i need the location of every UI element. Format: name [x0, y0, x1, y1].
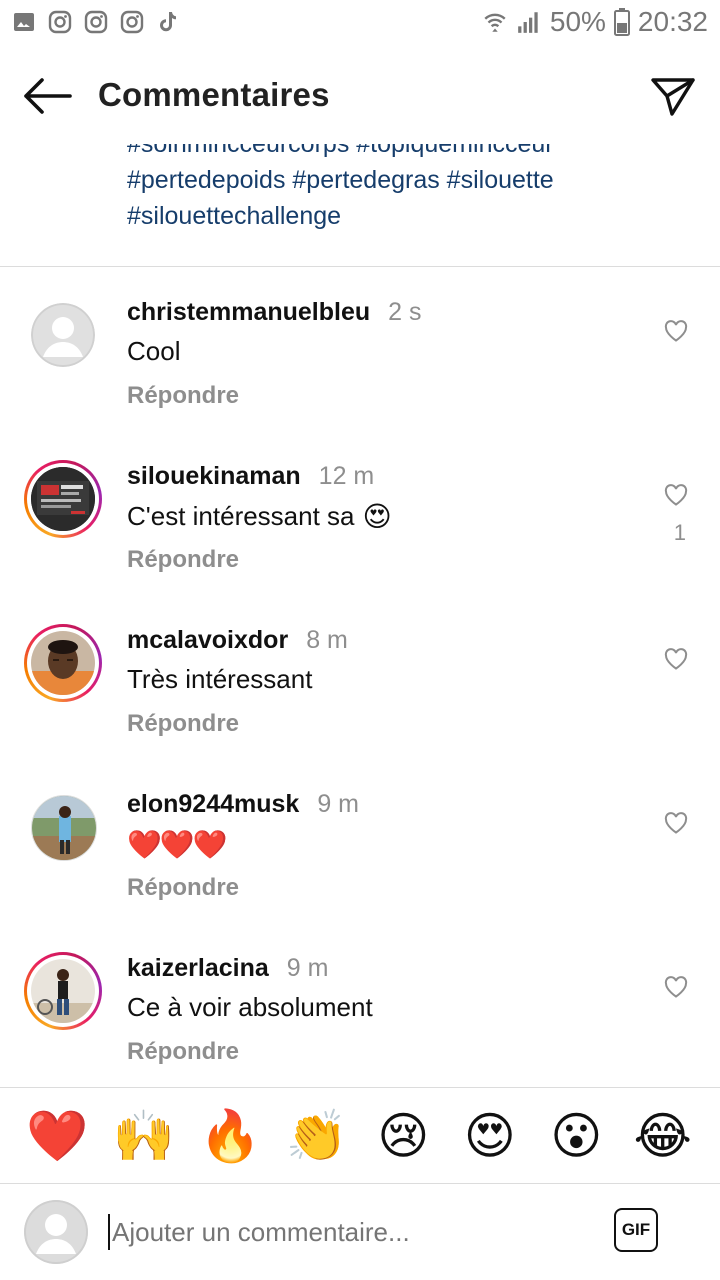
page-title: Commentaires: [98, 76, 330, 113]
avatar-image: [32, 796, 96, 860]
comment-time: 9 m: [286, 954, 329, 982]
caption-area: #soinmincceurcorps #topiquemincceur #per…: [0, 144, 720, 266]
heart-icon[interactable]: [664, 812, 688, 834]
default-avatar-icon: [24, 1200, 88, 1264]
avatar[interactable]: [24, 788, 102, 866]
crying-emoji-button[interactable]: 😢: [374, 1107, 432, 1165]
battery-percent: 50%: [549, 6, 606, 37]
comment-text: Très intéressant: [127, 664, 312, 695]
hearts-emoji: ❤️❤️❤️: [127, 829, 228, 860]
wifi-icon: [484, 13, 506, 32]
system-indicators: 50% 20:32: [482, 6, 708, 38]
heart-icon[interactable]: [664, 320, 688, 342]
username[interactable]: elon9244musk: [127, 790, 299, 818]
heart-emoji-button[interactable]: ❤️: [26, 1107, 88, 1165]
caption-line[interactable]: #soinmincceurcorps #topiquemincceur: [127, 144, 687, 162]
caption-line[interactable]: #pertedepoids #pertedegras #silouette: [127, 162, 687, 198]
reply-button[interactable]: Répondre: [127, 710, 239, 738]
comment-username[interactable]: elon9244musk 9 m: [127, 790, 359, 819]
comment-username[interactable]: silouekinaman 12 m: [127, 462, 374, 491]
reply-button[interactable]: Répondre: [127, 546, 239, 574]
avatar-image: [31, 959, 95, 1023]
comment-composer: GIF: [0, 1184, 720, 1280]
reply-button[interactable]: Répondre: [127, 1038, 239, 1066]
surprised-emoji-button[interactable]: 😮: [547, 1107, 605, 1165]
divider: [0, 266, 720, 267]
instagram-icon: [48, 10, 72, 34]
comment-item: elon9244musk 9 m ❤️❤️❤️ Répondre: [0, 762, 720, 926]
fire-emoji-button[interactable]: 🔥: [199, 1107, 261, 1165]
caption-line[interactable]: #silouettechallenge: [127, 198, 687, 234]
instagram-icon: [84, 10, 108, 34]
heart-eyes-emoji-button[interactable]: 😍: [461, 1107, 519, 1165]
avatar[interactable]: [24, 624, 102, 702]
reply-button[interactable]: Répondre: [127, 874, 239, 902]
instagram-icon: [120, 10, 144, 34]
avatar-image: [31, 631, 95, 695]
battery-icon: [613, 8, 630, 36]
comment-body: Très intéressant: [127, 664, 313, 694]
gif-button[interactable]: GIF: [614, 1208, 658, 1252]
username[interactable]: silouekinaman: [127, 462, 301, 490]
comment-item: mcalavoixdor 8 m Très intéressant Répondr…: [0, 598, 720, 762]
quick-emoji-bar: ❤️ 🙌 🔥 👏 😢 😍 😮 😂: [0, 1088, 720, 1184]
clock: 20:32: [637, 6, 708, 37]
raised-hands-emoji-button[interactable]: 🙌: [113, 1107, 175, 1165]
comment-username[interactable]: kaizerlacina 9 m: [127, 954, 328, 983]
laughing-emoji-button[interactable]: 😂: [634, 1107, 692, 1165]
text-cursor: [108, 1214, 110, 1250]
user-avatar: [24, 1200, 88, 1264]
comment-text: Ce à voir absolument: [127, 992, 373, 1023]
gallery-icon: [14, 13, 34, 31]
comment-text: ❤️❤️❤️: [127, 828, 228, 861]
comment-time: 9 m: [317, 790, 360, 818]
comment-item: silouekinaman 12 m C'est intéressant sa 😍 …: [0, 434, 720, 598]
comment-body: Cool: [127, 336, 181, 366]
username[interactable]: kaizerlacina: [127, 954, 269, 982]
comment-text: Cool: [127, 336, 180, 367]
default-avatar-icon: [31, 303, 95, 367]
heart-icon[interactable]: [664, 648, 688, 670]
status-bar: 50% 20:32: [0, 0, 720, 48]
avatar[interactable]: [24, 460, 102, 538]
reply-button[interactable]: Répondre: [127, 382, 239, 410]
comment-text: C'est intéressant sa 😍: [127, 500, 392, 533]
username[interactable]: mcalavoixdor: [127, 626, 288, 654]
app-header: Commentaires: [0, 48, 720, 144]
clap-emoji-button[interactable]: 👏: [286, 1107, 348, 1165]
notification-icons: [12, 10, 180, 34]
tiktok-icon: [160, 12, 176, 32]
comment-item: kaizerlacina 9 m Ce à voir absolument Rép…: [0, 926, 720, 1090]
comment-username[interactable]: mcalavoixdor 8 m: [127, 626, 348, 655]
comment-time: 2 s: [388, 298, 422, 326]
comment-input[interactable]: [112, 1214, 572, 1250]
signal-icon: [518, 12, 538, 33]
username[interactable]: christemmanuelbleu: [127, 298, 370, 326]
send-icon[interactable]: [650, 74, 696, 118]
comment-time: 8 m: [306, 626, 348, 654]
avatar[interactable]: [24, 296, 102, 374]
heart-icon[interactable]: [664, 976, 688, 998]
avatar[interactable]: [24, 952, 102, 1030]
like-count[interactable]: 1: [674, 520, 686, 546]
heart-eyes-emoji: 😍: [362, 501, 392, 532]
back-arrow-icon[interactable]: [22, 76, 74, 116]
comment-time: 12 m: [318, 462, 375, 490]
comment-item: christemmanuelbleu 2 s Cool Répondre: [0, 270, 720, 434]
avatar-image: [31, 467, 95, 531]
comment-username[interactable]: christemmanuelbleu 2 s: [127, 298, 422, 327]
comment-body: C'est intéressant sa: [127, 501, 355, 531]
comment-body: Ce à voir absolument: [127, 992, 373, 1022]
heart-icon[interactable]: [664, 484, 688, 506]
